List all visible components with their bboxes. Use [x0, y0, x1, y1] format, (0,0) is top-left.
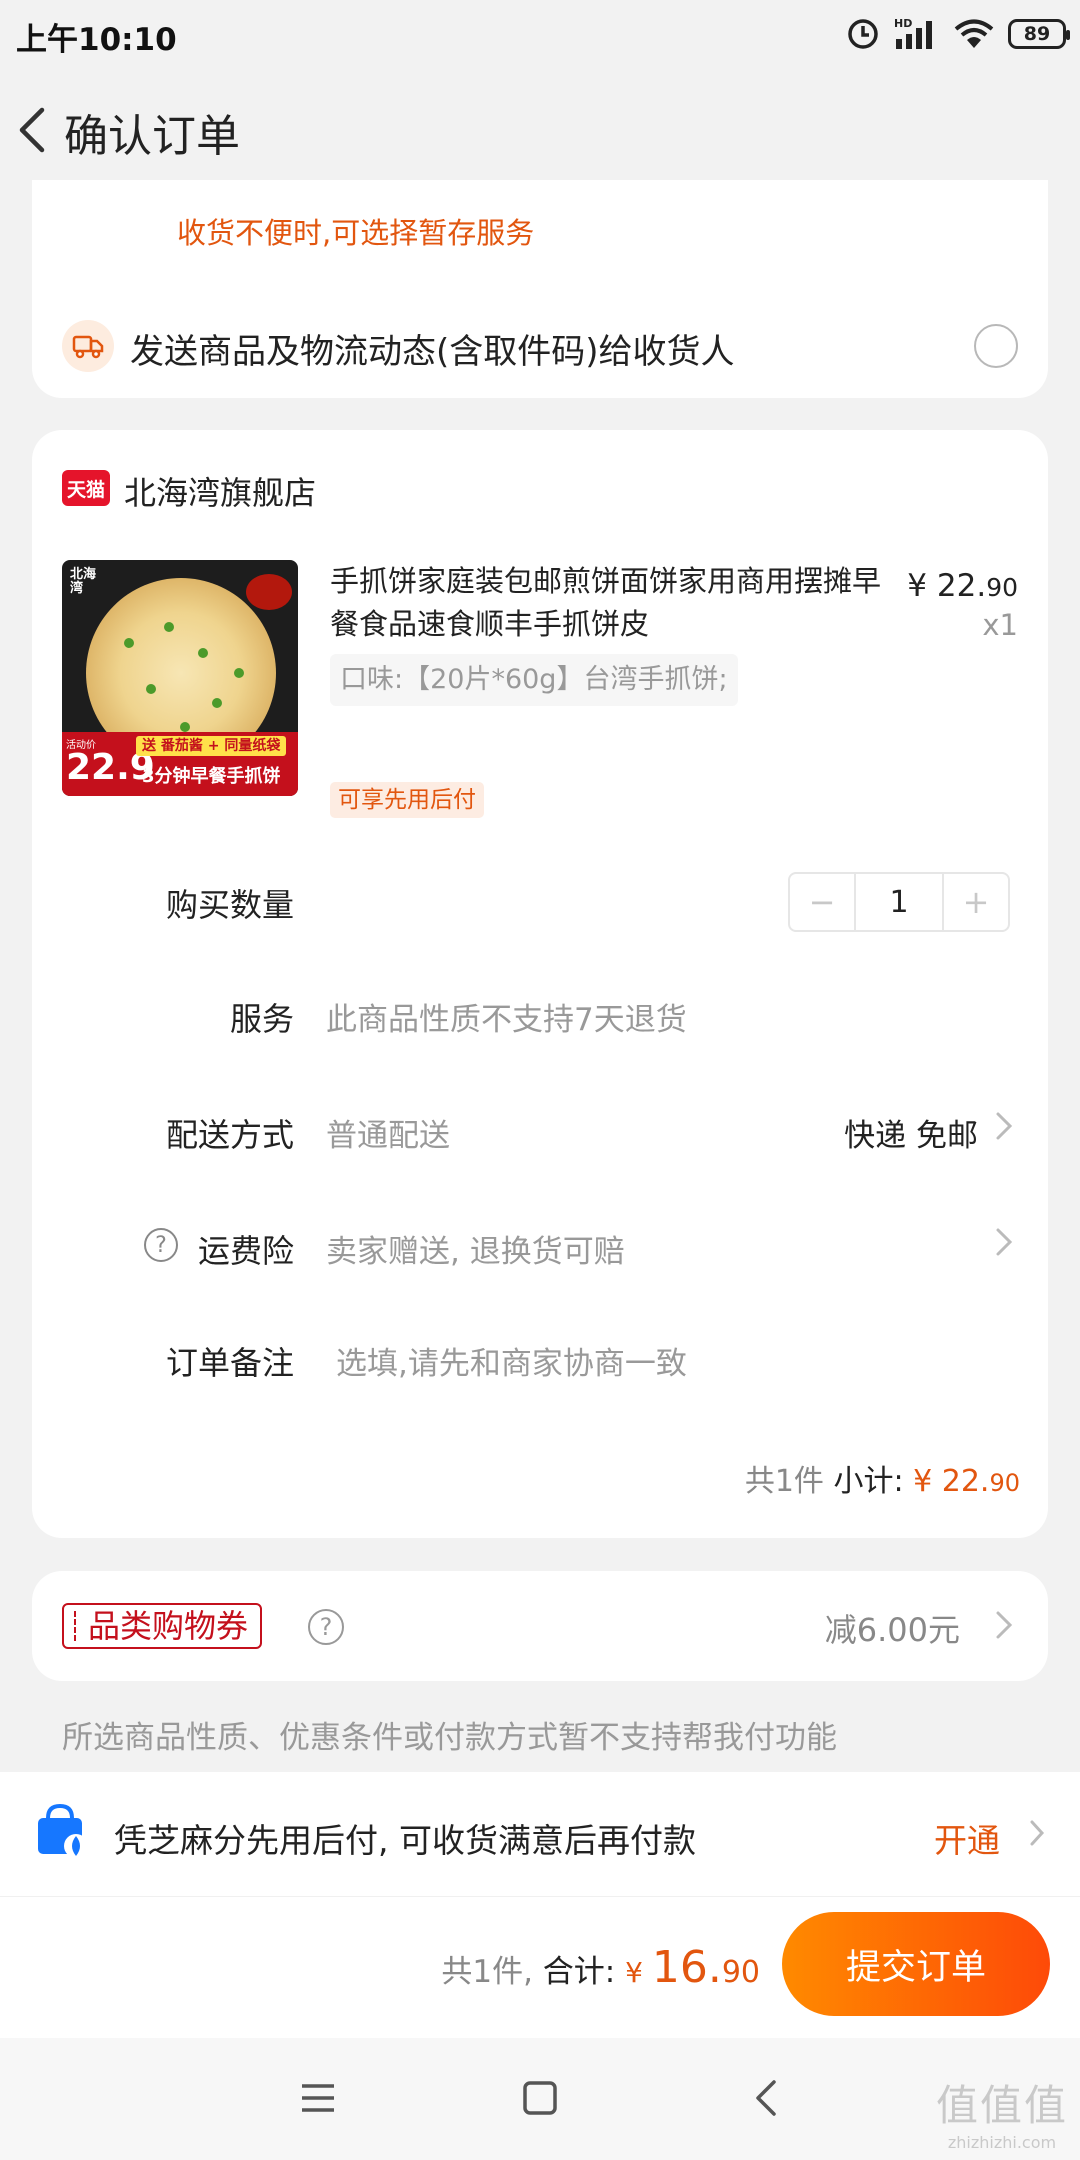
shipping-label: 配送方式 — [165, 1116, 294, 1154]
status-time: 上午10:10 — [16, 22, 177, 58]
tmall-badge: 天猫 — [62, 470, 110, 506]
quantity-stepper: − 1 + — [788, 872, 1010, 932]
shipping-value[interactable]: 普通配送 — [326, 1110, 450, 1155]
send-logistics-label: 发送商品及物流动态(含取件码)给收货人 — [130, 332, 735, 372]
coupon-tag: 品类购物券 — [62, 1603, 263, 1649]
alarm-icon — [848, 19, 878, 49]
coupon-discount: 减6.00元 — [824, 1611, 960, 1649]
battery-icon: 89 — [1008, 19, 1070, 49]
submit-order-button[interactable]: 提交订单 — [782, 1912, 1050, 2016]
pay-for-me-notice: 所选商品性质、优惠条件或付款方式暂不支持帮我付功能 — [62, 1720, 837, 1756]
chevron-right-icon[interactable] — [994, 1607, 1014, 1643]
delivery-card: 收货不便时,可选择暂存服务 发送商品及物流动态(含取件码)给收货人 — [32, 180, 1048, 398]
quantity-label: 购买数量 — [165, 886, 294, 924]
watermark: 值值值 zhizhizhi.com — [936, 2072, 1068, 2152]
subtotal-amount: ¥ 22.90 — [913, 1464, 1020, 1499]
chevron-right-icon[interactable] — [1028, 1816, 1046, 1850]
shipping-insurance-label: 运费险 — [197, 1232, 294, 1270]
subtotal-dec: 90 — [989, 1469, 1020, 1497]
svg-text:HD: HD — [894, 17, 912, 30]
menu-icon[interactable] — [296, 2076, 340, 2120]
pay-later-badge: 可享先用后付 — [330, 782, 484, 818]
subtotal-int: ¥ 22. — [913, 1464, 990, 1499]
product-price: ¥ 22.90 — [907, 568, 1018, 604]
total-dec: 90 — [721, 1955, 760, 1990]
total-currency: ¥ — [625, 1956, 652, 1989]
product-sku[interactable]: 口味:【20片*60g】台湾手抓饼; — [330, 654, 738, 706]
status-icons: HD 89 — [846, 14, 1070, 54]
cellular-signal-icon: HD — [894, 17, 932, 49]
help-icon[interactable]: ? — [144, 1228, 178, 1262]
coupon-help-icon[interactable]: ? — [308, 1609, 344, 1645]
hold-service-notice[interactable]: 收货不便时,可选择暂存服务 — [177, 210, 534, 252]
battery-level: 89 — [1023, 23, 1051, 45]
watermark-url: zhizhizhi.com — [947, 2133, 1057, 2152]
coupon-card[interactable]: 品类购物券 ? 减6.00元 — [32, 1571, 1048, 1681]
status-bar: 上午10:10 HD 89 — [0, 0, 1080, 70]
back-icon[interactable] — [746, 2076, 790, 2120]
bottom-bar: 凭芝麻分先用后付, 可收货满意后再付款 开通 共1件, 合计: ¥ 16.90 … — [0, 1772, 1080, 2038]
shipping-method[interactable]: 快递 免邮 — [844, 1110, 978, 1155]
product-price-int: ¥ 22. — [907, 568, 987, 604]
divider — [0, 1896, 1080, 1897]
order-total: 共1件, 合计: ¥ 16.90 — [441, 1942, 760, 1993]
image-slogan: 3分钟早餐手抓饼 — [142, 766, 281, 787]
page-title: 确认订单 — [64, 111, 240, 162]
product-title[interactable]: 手抓饼家庭装包邮煎饼面饼家用商用摆摊早餐食品速食顺丰手抓饼皮 — [330, 560, 890, 646]
increase-button[interactable]: + — [944, 874, 1008, 930]
wifi-icon — [954, 19, 994, 48]
total-int: 16. — [651, 1942, 722, 1993]
order-item-card: 天猫 北海湾旗舰店 北海湾 活动价 22.9 送 番茄酱 + 同量纸袋 3分钟早… — [32, 430, 1048, 1538]
order-note-label: 订单备注 — [165, 1344, 294, 1382]
product-quantity: x1 — [982, 608, 1018, 642]
home-icon[interactable] — [518, 2076, 562, 2120]
watermark-logo: 值值值 — [935, 2081, 1068, 2130]
decrease-button[interactable]: − — [790, 874, 854, 930]
total-count: 共1件, — [441, 1954, 543, 1990]
sauce-bowl — [246, 574, 292, 610]
image-banner: 活动价 22.9 送 番茄酱 + 同量纸袋 3分钟早餐手抓饼 — [62, 732, 298, 796]
image-brand-text: 北海湾 — [70, 567, 97, 596]
enable-pay-later-link[interactable]: 开通 — [934, 1814, 1000, 1862]
system-nav-bar: 值值值 zhizhizhi.com — [0, 2038, 1080, 2160]
image-gift: 送 番茄酱 + 同量纸袋 — [136, 736, 287, 756]
pay-later-text: 凭芝麻分先用后付, 可收货满意后再付款 — [114, 1821, 696, 1860]
subtotal-count: 共1件 — [744, 1464, 834, 1499]
shopping-bag-icon — [38, 1803, 88, 1858]
chevron-right-icon[interactable] — [994, 1108, 1014, 1144]
service-value: 此商品性质不支持7天退货 — [326, 1002, 687, 1038]
chevron-right-icon[interactable] — [994, 1224, 1014, 1260]
service-label: 服务 — [229, 1000, 294, 1038]
order-note-input[interactable]: 选填,请先和商家协商一致 — [336, 1338, 687, 1383]
quantity-input[interactable]: 1 — [854, 874, 944, 930]
shipping-insurance-value[interactable]: 卖家赠送, 退换货可赔 — [326, 1226, 625, 1271]
nav-bar: 确认订单 — [0, 80, 1080, 180]
shop-name[interactable]: 北海湾旗舰店 — [124, 468, 316, 514]
subtotal: 共1件 小计: ¥ 22.90 — [745, 1456, 1020, 1500]
subtotal-label: 小计: — [833, 1464, 914, 1499]
back-arrow-icon[interactable] — [8, 98, 58, 162]
delivery-truck-icon — [62, 320, 114, 372]
send-logistics-radio[interactable] — [974, 324, 1018, 368]
total-label: 合计: — [542, 1954, 626, 1990]
product-image[interactable]: 北海湾 活动价 22.9 送 番茄酱 + 同量纸袋 3分钟早餐手抓饼 — [62, 560, 298, 796]
product-price-dec: 90 — [986, 573, 1018, 602]
